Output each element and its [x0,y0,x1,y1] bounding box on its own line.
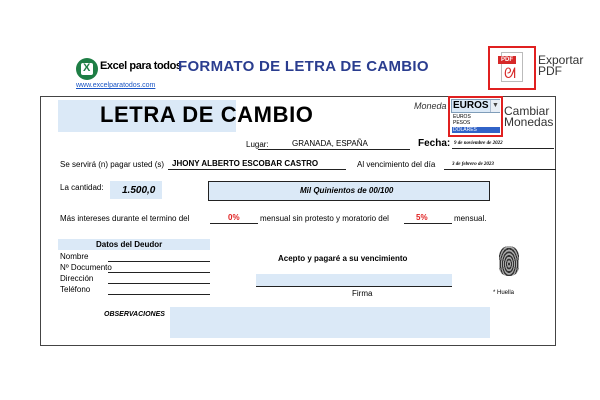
intereses-label: Más intereses durante el termino del [60,214,190,223]
page-title: FORMATO DE LETRA DE CAMBIO [178,58,429,75]
cantidad-words: Mil Quinientos de 00/100 [300,186,394,195]
pdf-badge: PDF [498,56,516,64]
firma-field[interactable] [256,274,452,286]
servira-label: Se servirá (n) pagar usted (s) [60,160,165,169]
firma-underline [256,286,452,287]
cantidad-label: La cantidad: [60,183,104,192]
moneda-option-dolares[interactable]: DOLARES [452,127,500,133]
observaciones-field[interactable] [170,307,490,338]
interes-mensual-underline [210,223,258,224]
interes-moratorio-underline [404,223,452,224]
servira-underline [168,169,346,170]
fecha-value[interactable]: 9 de noviembre de 2022 [454,141,503,146]
beneficiario-value[interactable]: JHONY ALBERTO ESCOBAR CASTRO [172,159,318,168]
nombre-field[interactable] [108,261,210,262]
documento-field[interactable] [108,272,210,273]
moneda-selected-value[interactable]: EUROS [453,100,489,111]
observaciones-label: OBSERVACIONES [104,311,165,318]
deudor-title: Datos del Deudor [96,240,163,249]
telefono-field[interactable] [108,294,210,295]
lugar-label: Lugar: [246,140,269,149]
interes-moratorio-value[interactable]: 5% [416,213,428,222]
telefono-label: Teléfono [60,285,91,294]
moratorio-label: mensual sin protesto y moratorio del [260,214,389,223]
direccion-field[interactable] [108,283,210,284]
fecha-label: Fecha: [418,138,451,149]
moneda-option-pesos[interactable]: PESOS [452,120,500,126]
website-link[interactable]: www.excelparatodos.com [76,82,155,89]
cambiar-monedas-label: Cambiar Monedas [504,104,554,129]
form-heading: LETRA DE CAMBIO [100,102,314,127]
excel-logo-icon [76,58,98,80]
documento-label: Nº Documento [60,263,112,272]
direccion-label: Dirección [60,274,94,283]
mensual-label: mensual. [454,214,487,223]
cantidad-value[interactable]: 1.500,0 [122,185,155,196]
acrobat-icon: ᘛ [504,65,516,81]
lugar-value[interactable]: GRANADA, ESPAÑA [292,139,368,148]
logo-text: Excel para todos [100,60,182,72]
export-pdf-label: Exportar PDF [538,53,584,78]
chevron-down-icon[interactable]: ▼ [490,100,500,112]
interes-mensual-value[interactable]: 0% [228,213,240,222]
vencimiento-underline [444,169,556,170]
huella-label: * Huella [493,290,515,296]
vencimiento-value[interactable]: 3 de febrero de 2023 [452,162,494,167]
fingerprint-icon [499,246,519,276]
moneda-label: Moneda [414,101,447,111]
fecha-underline [452,148,554,149]
firma-label: Firma [352,289,373,298]
vencimiento-label: Al vencimiento del día [357,160,436,169]
acepto-text: Acepto y pagaré a su vencimiento [278,254,408,263]
nombre-label: Nombre [60,252,89,261]
lugar-underline [258,149,410,150]
